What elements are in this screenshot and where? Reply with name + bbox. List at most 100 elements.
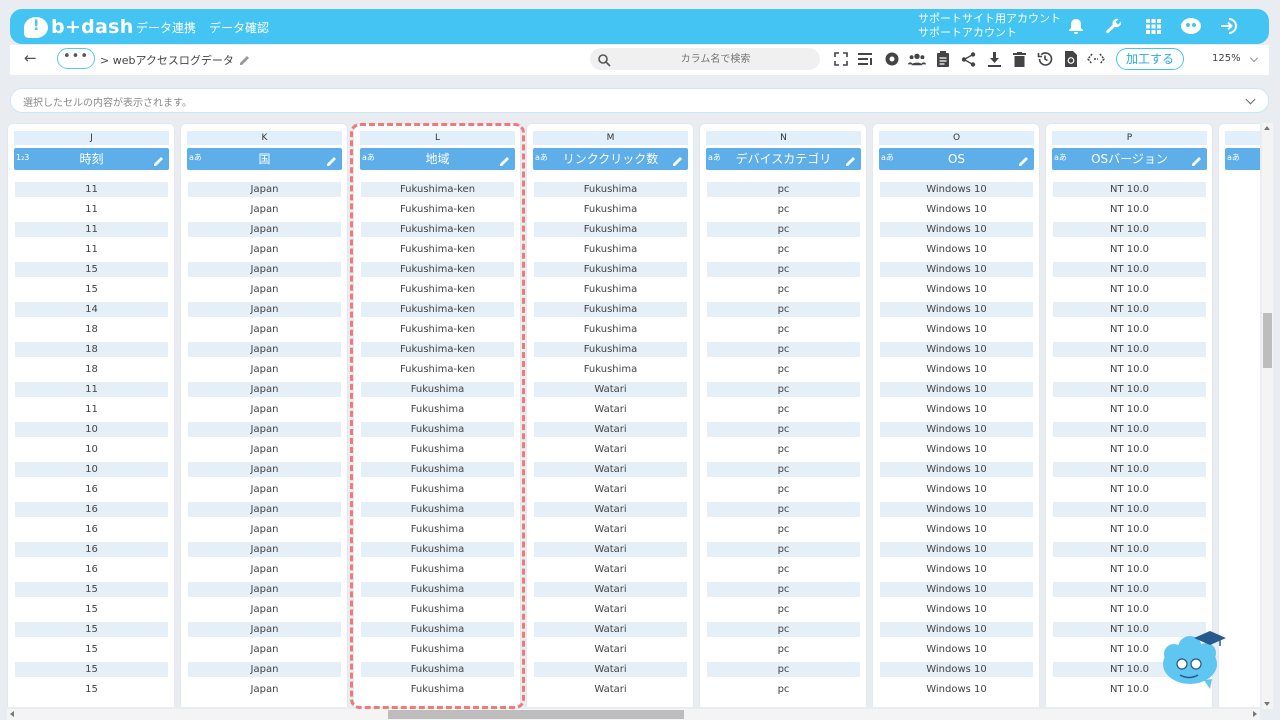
- table-cell[interactable]: Fukushima: [534, 202, 687, 217]
- table-cell[interactable]: Watari: [534, 582, 687, 597]
- table-cell[interactable]: NT 10.0: [1053, 602, 1206, 617]
- download-icon[interactable]: [985, 50, 1003, 68]
- table-cell[interactable]: pc: [707, 502, 860, 517]
- table-cell[interactable]: Windows 10: [880, 202, 1033, 217]
- table-cell[interactable]: Japan: [188, 402, 341, 417]
- table-cell[interactable]: NT 10.0: [1053, 382, 1206, 397]
- table-cell[interactable]: pc: [707, 362, 860, 377]
- table-cell[interactable]: Japan: [188, 182, 341, 197]
- edit-pencil-icon[interactable]: [152, 152, 165, 166]
- nav-data-integration[interactable]: データ連携: [136, 19, 196, 36]
- table-cell[interactable]: pc: [707, 602, 860, 617]
- table-cell[interactable]: NT 10.0: [1053, 342, 1206, 357]
- table-cell[interactable]: Watari: [534, 402, 687, 417]
- nav-data-check[interactable]: データ確認: [209, 19, 269, 36]
- table-cell[interactable]: Windows 10: [880, 382, 1033, 397]
- table-cell[interactable]: NT 10.0: [1053, 262, 1206, 277]
- table-cell[interactable]: 11: [15, 402, 168, 417]
- table-cell[interactable]: pc: [707, 342, 860, 357]
- table-cell[interactable]: pc: [707, 302, 860, 317]
- column-letter[interactable]: P: [1052, 131, 1207, 145]
- table-cell[interactable]: NT 10.0: [1053, 282, 1206, 297]
- column-n[interactable]: Naあ デバイスカテゴリ pc pc pc pc pc pc pc pc pc pc pc pc pc pc p…: [699, 123, 867, 707]
- table-cell[interactable]: Windows 10: [880, 502, 1033, 517]
- column-header[interactable]: aあ 国: [187, 148, 342, 170]
- table-cell[interactable]: pc: [707, 402, 860, 417]
- table-cell[interactable]: Japan: [188, 442, 341, 457]
- table-cell[interactable]: Watari: [534, 642, 687, 657]
- table-cell[interactable]: Watari: [534, 482, 687, 497]
- table-cell[interactable]: Japan: [188, 362, 341, 377]
- table-cell[interactable]: 18: [15, 362, 168, 377]
- table-cell[interactable]: 16: [15, 522, 168, 537]
- edit-pencil-icon[interactable]: [671, 152, 684, 166]
- zoom-select[interactable]: 125%: [1192, 49, 1262, 69]
- table-cell[interactable]: 11: [15, 202, 168, 217]
- table-cell[interactable]: Windows 10: [880, 282, 1033, 297]
- table-cell[interactable]: Japan: [188, 542, 341, 557]
- table-cell[interactable]: 18: [15, 342, 168, 357]
- table-cell[interactable]: pc: [707, 422, 860, 437]
- table-cell[interactable]: Japan: [188, 482, 341, 497]
- table-cell[interactable]: Japan: [188, 622, 341, 637]
- users-group-icon[interactable]: [908, 50, 926, 68]
- table-cell[interactable]: 15: [15, 682, 168, 697]
- table-cell[interactable]: Japan: [188, 562, 341, 577]
- table-cell[interactable]: Watari: [534, 602, 687, 617]
- column-header[interactable]: aあ デバイスカテゴリ: [706, 148, 861, 170]
- table-cell[interactable]: 14: [15, 302, 168, 317]
- column-letter[interactable]: O: [879, 131, 1034, 145]
- clipboard-icon[interactable]: [934, 50, 952, 68]
- table-cell[interactable]: 16: [15, 502, 168, 517]
- settings-gear-icon[interactable]: [883, 50, 901, 68]
- table-cell[interactable]: Watari: [534, 462, 687, 477]
- table-cell[interactable]: NT 10.0: [1053, 202, 1206, 217]
- chevron-down-icon[interactable]: [1245, 94, 1256, 105]
- table-cell[interactable]: NT 10.0: [1053, 422, 1206, 437]
- table-cell[interactable]: pc: [707, 282, 860, 297]
- column-j[interactable]: J 1₂3 時刻 11 11 11 11 15 15 14 18 18 18 11 11 10 10 10 16 16…: [7, 123, 175, 707]
- table-cell[interactable]: pc: [707, 622, 860, 637]
- fullscreen-icon[interactable]: [832, 50, 850, 68]
- table-cell[interactable]: Japan: [188, 602, 341, 617]
- apps-grid-icon[interactable]: [1142, 15, 1164, 37]
- horizontal-scroll-thumb[interactable]: [388, 710, 684, 719]
- table-cell[interactable]: NT 10.0: [1053, 322, 1206, 337]
- column-letter[interactable]: M: [533, 131, 688, 145]
- table-cell[interactable]: Windows 10: [880, 462, 1033, 477]
- table-cell[interactable]: Japan: [188, 662, 341, 677]
- process-button[interactable]: 加工する: [1116, 48, 1184, 70]
- edit-pencil-icon[interactable]: [844, 152, 857, 166]
- file-refresh-icon[interactable]: [1061, 50, 1079, 68]
- table-cell[interactable]: 16: [15, 542, 168, 557]
- table-cell[interactable]: pc: [707, 662, 860, 677]
- table-cell[interactable]: NT 10.0: [1053, 462, 1206, 477]
- table-cell[interactable]: 15: [15, 262, 168, 277]
- table-cell[interactable]: Watari: [534, 382, 687, 397]
- wrench-icon[interactable]: [1103, 15, 1125, 37]
- table-cell[interactable]: Windows 10: [880, 622, 1033, 637]
- table-cell[interactable]: 15: [15, 282, 168, 297]
- table-cell[interactable]: Windows 10: [880, 582, 1033, 597]
- scroll-right-icon[interactable]: [1253, 711, 1257, 717]
- table-cell[interactable]: Watari: [534, 522, 687, 537]
- table-cell[interactable]: Japan: [188, 282, 341, 297]
- bdash-logo[interactable]: b+dash: [24, 14, 134, 40]
- table-cell[interactable]: 16: [15, 482, 168, 497]
- table-cell[interactable]: 15: [15, 642, 168, 657]
- table-cell[interactable]: Japan: [188, 202, 341, 217]
- edit-pencil-icon[interactable]: [1017, 152, 1030, 166]
- table-cell[interactable]: Windows 10: [880, 402, 1033, 417]
- table-cell[interactable]: Japan: [188, 222, 341, 237]
- table-cell[interactable]: Fukushima: [534, 262, 687, 277]
- trash-icon[interactable]: [1010, 50, 1028, 68]
- history-icon[interactable]: [1036, 50, 1054, 68]
- table-cell[interactable]: pc: [707, 262, 860, 277]
- bell-icon[interactable]: [1065, 15, 1087, 37]
- column-header[interactable]: aあ OS: [879, 148, 1034, 170]
- column-k[interactable]: Kaあ 国 Japan Japan Japan Japan Japan Japan Japan J…: [180, 123, 348, 707]
- table-cell[interactable]: pc: [707, 322, 860, 337]
- table-cell[interactable]: NT 10.0: [1053, 522, 1206, 537]
- table-cell[interactable]: 15: [15, 602, 168, 617]
- code-embed-icon[interactable]: [1087, 50, 1105, 68]
